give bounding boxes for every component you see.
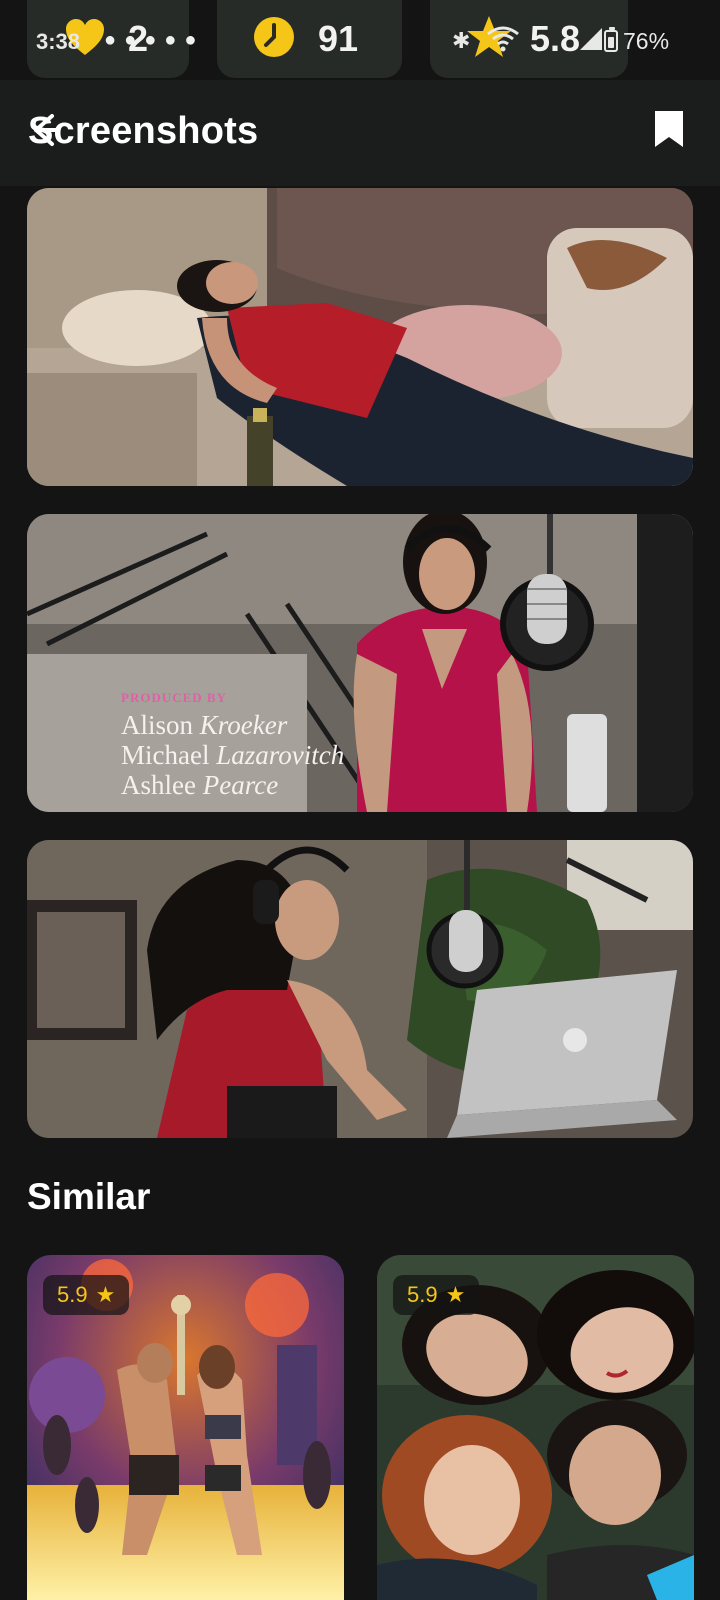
pill-count-middle: 91 [318, 18, 359, 59]
status-bar: 3:38 ● ● ● ● ● 2 91 ✱ 5.8 76% [0, 0, 720, 80]
page-title: Screenshots [28, 110, 259, 152]
credit-last-name: Kroeker [199, 710, 288, 740]
status-pill-middle [217, 0, 402, 78]
credit-name: Ashlee Pearce [121, 770, 344, 800]
credits-overlay: PRODUCED BY Alison Kroeker Michael Lazar… [121, 690, 344, 800]
podcast-laptop-image [27, 840, 693, 1138]
credit-last-name: Lazarovitch [216, 740, 345, 770]
pill-count-left: 2 [128, 18, 149, 59]
notification-icons: ● ● ● ● ● [104, 30, 196, 50]
similar-movie-card[interactable]: 5.9 ★ [377, 1255, 694, 1600]
star-icon: ★ [445, 1282, 466, 1307]
status-time: 3:38 [36, 29, 81, 54]
credit-first-name: Michael [121, 740, 210, 770]
screenshot-image[interactable] [27, 840, 693, 1138]
credit-name: Alison Kroeker [121, 710, 344, 740]
bookmark-icon[interactable] [654, 110, 684, 148]
snapchat-ghost-icon: ● [184, 29, 197, 51]
credit-first-name: Alison [121, 710, 194, 740]
snapchat-ghost-icon: ● [104, 29, 117, 51]
screenshot-image[interactable]: PRODUCED BY Alison Kroeker Michael Lazar… [27, 514, 693, 812]
rating-value: 5.9 [57, 1282, 88, 1307]
battery-percent: 76% [623, 28, 670, 54]
pill-value-right: 5.8 [530, 18, 581, 59]
screenshot-image[interactable] [27, 188, 693, 486]
couch-scene-image [27, 188, 693, 486]
credits-role: PRODUCED BY [121, 690, 227, 705]
credit-first-name: Ashlee [121, 770, 196, 800]
snapchat-ghost-icon: ● [164, 29, 177, 51]
rating-badge: 5.9 ★ [43, 1275, 130, 1315]
credit-last-name: Pearce [202, 770, 279, 800]
section-title-similar: Similar [27, 1176, 151, 1217]
credit-name: Michael Lazarovitch [121, 740, 344, 770]
rating-badge: 5.9 ★ [393, 1275, 480, 1315]
clock-icon [254, 17, 294, 57]
signal-icon [580, 28, 602, 50]
wifi-icon [487, 26, 519, 52]
rating-value: 5.9 [407, 1282, 438, 1307]
battery-icon [604, 27, 618, 52]
similar-movie-card[interactable]: 5.9 ★ [27, 1255, 344, 1600]
app-header: Screenshots [0, 80, 720, 186]
star-icon: ★ [95, 1282, 116, 1307]
